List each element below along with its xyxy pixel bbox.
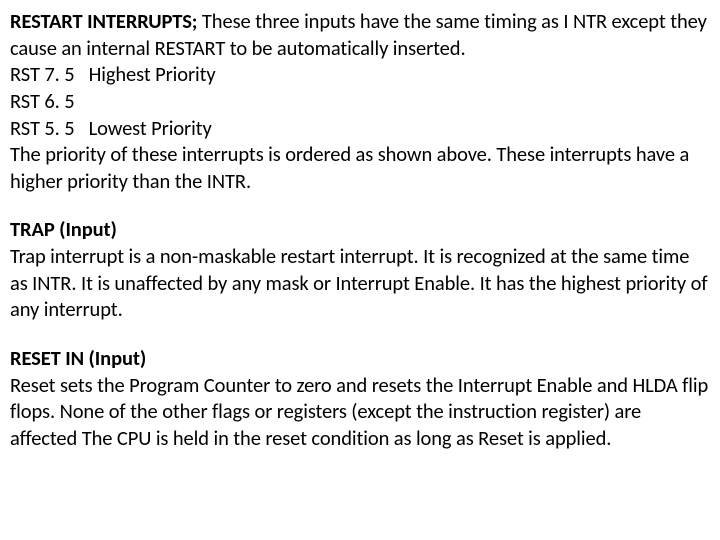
rst-75-row: RST 7. 5 Highest Priority xyxy=(10,61,710,88)
restart-interrupts-section: RESTART INTERRUPTS; These three inputs h… xyxy=(10,8,710,194)
reset-in-text: Reset sets the Program Counter to zero a… xyxy=(10,372,710,452)
rst-55-label: RST 5. 5 xyxy=(10,115,75,142)
rst-75-priority: Highest Priority xyxy=(89,61,216,88)
reset-in-title: RESET IN (Input) xyxy=(10,345,710,372)
rst-65-label: RST 6. 5 xyxy=(10,88,710,115)
trap-section: TRAP (Input) Trap interrupt is a non-mas… xyxy=(10,216,710,323)
rst-55-row: RST 5. 5 Lowest Priority xyxy=(10,115,710,142)
trap-title: TRAP (Input) xyxy=(10,216,710,243)
trap-text: Trap interrupt is a non-maskable restart… xyxy=(10,243,710,323)
restart-priority-note: The priority of these interrupts is orde… xyxy=(10,141,710,194)
rst-75-label: RST 7. 5 xyxy=(10,61,75,88)
reset-in-section: RESET IN (Input) Reset sets the Program … xyxy=(10,345,710,452)
rst-55-priority: Lowest Priority xyxy=(89,115,212,142)
restart-interrupts-title: RESTART INTERRUPTS; xyxy=(10,8,197,34)
